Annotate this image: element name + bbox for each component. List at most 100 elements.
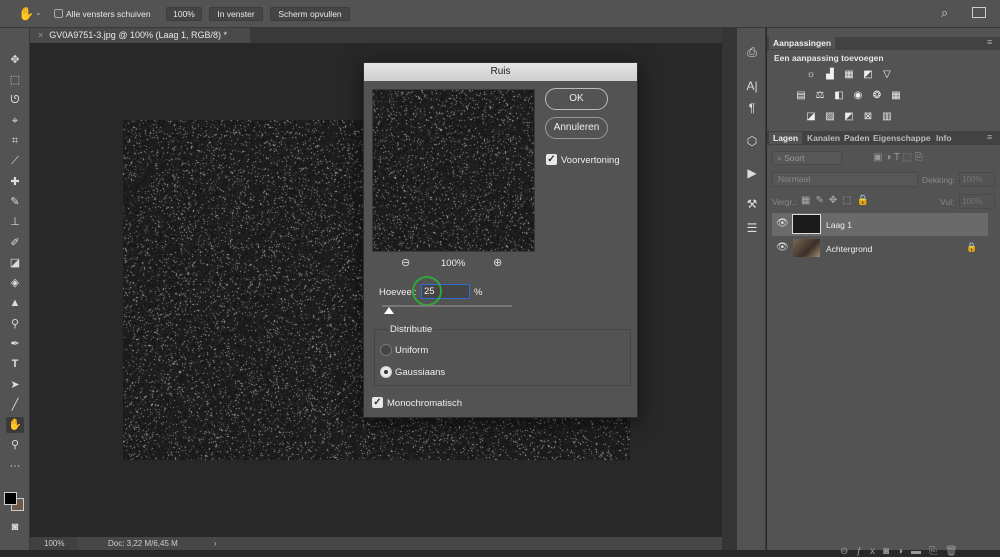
gaussian-label: Gaussiaans <box>395 367 445 378</box>
marquee-tool-icon[interactable]: ⬚ <box>6 72 24 88</box>
more-tools-icon[interactable]: ··· <box>6 458 24 474</box>
uniform-radio[interactable] <box>380 344 392 356</box>
eraser-tool-icon[interactable]: ◪ <box>6 255 24 271</box>
hue-saturation-icon[interactable]: ▤ <box>795 90 807 101</box>
properties-sliders-icon[interactable]: ☰ <box>744 220 760 236</box>
fill-screen-button[interactable]: Scherm opvullen <box>270 7 350 21</box>
workspace-icon[interactable] <box>972 7 986 18</box>
levels-icon[interactable]: ▟ <box>824 69 836 80</box>
history-icon[interactable]: ⎙ <box>744 44 760 60</box>
color-lookup-icon[interactable]: ▦ <box>890 90 902 101</box>
blur-tool-icon[interactable]: ▲ <box>6 295 24 311</box>
fit-window-button[interactable]: In venster <box>209 7 263 21</box>
color-balance-icon[interactable]: ⚖ <box>814 90 826 101</box>
channel-mixer-icon[interactable]: ❂ <box>871 90 883 101</box>
foreground-color-swatch[interactable] <box>4 492 17 505</box>
actions-play-icon[interactable]: ▶ <box>744 165 760 181</box>
tab-channels[interactable]: Kanalen <box>807 132 840 144</box>
layer-row-laag-1[interactable]: 👁 Laag 1 <box>772 213 988 236</box>
status-zoom[interactable]: 100% <box>30 537 78 550</box>
opacity-field[interactable]: 100% <box>959 172 995 187</box>
status-menu-arrow[interactable]: › <box>214 537 217 550</box>
panels: Aanpassingen ≡ Een aanpassing toevoegen … <box>767 28 1000 550</box>
monochromatic-label: Monochromatisch <box>387 398 462 409</box>
vibrance-icon[interactable]: ▽ <box>881 69 893 80</box>
tab-layers[interactable]: Lagen <box>769 132 802 144</box>
move-tool-icon[interactable]: ✥ <box>6 52 24 68</box>
fill-field[interactable]: 100% <box>959 194 995 209</box>
dodge-tool-icon[interactable]: ⚲ <box>6 316 24 332</box>
tab-adjustments[interactable]: Aanpassingen <box>769 37 835 49</box>
tab-properties[interactable]: Eigenschappen <box>873 132 931 144</box>
zoom-100-button[interactable]: 100% <box>166 7 202 21</box>
blend-mode-select[interactable]: Normaal <box>772 172 918 187</box>
healing-brush-icon[interactable]: ✚ <box>6 174 24 190</box>
document-tab[interactable]: × GV0A9751-3.jpg @ 100% (Laag 1, RGB/8) * <box>30 28 250 43</box>
layer-name[interactable]: Laag 1 <box>826 220 852 230</box>
filter-image-icon[interactable]: ▣ ◑ T ⬚ ⎘ <box>873 152 923 163</box>
visibility-eye-icon[interactable]: 👁 <box>776 218 789 229</box>
quick-mask-icon[interactable]: ◙ <box>6 519 24 535</box>
gradient-map-icon[interactable]: ▥ <box>881 111 893 122</box>
posterize-icon[interactable]: ▨ <box>824 111 836 122</box>
fill-label: Vul: <box>940 197 954 207</box>
3d-icon[interactable]: ⬡ <box>744 133 760 149</box>
lasso-tool-icon[interactable]: ᘎ <box>6 92 24 108</box>
quick-select-tool-icon[interactable]: ⌖ <box>6 113 24 129</box>
type-tool-icon[interactable]: T <box>6 356 24 372</box>
layer-filter-select[interactable]: ⌕ Soort <box>772 151 842 165</box>
status-bar: 100% Doc: 3,22 M/6,45 M › <box>30 537 722 550</box>
close-tab-icon[interactable]: × <box>38 30 43 40</box>
paragraph-icon[interactable]: ¶ <box>744 100 760 116</box>
amount-slider-track[interactable] <box>382 305 512 307</box>
eyedropper-tool-icon[interactable]: ⟋ <box>6 153 24 169</box>
document-title: GV0A9751-3.jpg @ 100% (Laag 1, RGB/8) * <box>49 30 227 40</box>
paint-bucket-icon[interactable]: ◈ <box>6 275 24 291</box>
layer-name[interactable]: Achtergrond <box>826 244 872 254</box>
threshold-icon[interactable]: ◩ <box>843 111 855 122</box>
photo-filter-icon[interactable]: ◉ <box>852 90 864 101</box>
character-icon[interactable]: A| <box>744 78 760 94</box>
hand-icon[interactable]: ✋ <box>18 6 34 22</box>
curves-icon[interactable]: ▦ <box>843 69 855 80</box>
amount-unit: % <box>474 287 482 298</box>
selective-color-icon[interactable]: ⊠ <box>862 111 874 122</box>
ok-button[interactable]: OK <box>545 88 608 110</box>
brightness-icon[interactable]: ☼ <box>805 69 817 80</box>
path-select-icon[interactable]: ➤ <box>6 377 24 393</box>
layer-footer-icons[interactable]: ⊖ƒx◙◑▬⎘🗑 <box>840 546 966 557</box>
chevron-down-icon[interactable]: ⌄ <box>35 8 42 17</box>
zoom-in-icon[interactable]: ⊕ <box>493 256 502 269</box>
monochromatic-checkbox[interactable]: ✓ <box>372 397 383 408</box>
amount-label: Hoeveel: <box>379 287 417 298</box>
preview-checkbox[interactable]: ✓ <box>546 154 557 165</box>
tab-paths[interactable]: Paden <box>844 132 870 144</box>
zoom-out-icon[interactable]: ⊖ <box>401 256 410 269</box>
stamp-tool-icon[interactable]: ⊥ <box>6 214 24 230</box>
layer-thumbnail <box>793 239 820 257</box>
crop-tool-icon[interactable]: ⌗ <box>6 133 24 149</box>
cancel-button[interactable]: Annuleren <box>545 117 608 139</box>
gaussian-radio[interactable] <box>380 366 392 378</box>
black-white-icon[interactable]: ◧ <box>833 90 845 101</box>
zoom-tool-icon[interactable]: ⚲ <box>6 437 24 453</box>
history-brush-icon[interactable]: ✐ <box>6 235 24 251</box>
layer-row-achtergrond[interactable]: 👁 Achtergrond 🔒 <box>772 237 988 260</box>
invert-icon[interactable]: ◪ <box>805 111 817 122</box>
tab-info[interactable]: Info <box>936 132 952 144</box>
preview-image[interactable] <box>372 89 535 252</box>
hand-tool-icon[interactable]: ✋ <box>6 417 24 433</box>
exposure-icon[interactable]: ◩ <box>862 69 874 80</box>
search-icon[interactable]: ⌕ <box>941 5 948 21</box>
line-tool-icon[interactable]: ╱ <box>6 397 24 413</box>
brush-tool-icon[interactable]: ✎ <box>6 194 24 210</box>
preview-zoom: 100% <box>441 258 465 269</box>
visibility-eye-icon[interactable]: 👁 <box>776 242 789 253</box>
amount-slider-thumb[interactable] <box>384 307 394 314</box>
layers-panel-menu-icon[interactable]: ≡ <box>987 132 992 142</box>
lock-icons[interactable]: ▦✎✥⬚🔒 <box>801 195 874 206</box>
scroll-all-windows-checkbox[interactable] <box>54 9 63 18</box>
pen-tool-icon[interactable]: ✒ <box>6 336 24 352</box>
tool-presets-icon[interactable]: ⚒ <box>744 196 760 212</box>
panel-menu-icon[interactable]: ≡ <box>987 37 992 47</box>
